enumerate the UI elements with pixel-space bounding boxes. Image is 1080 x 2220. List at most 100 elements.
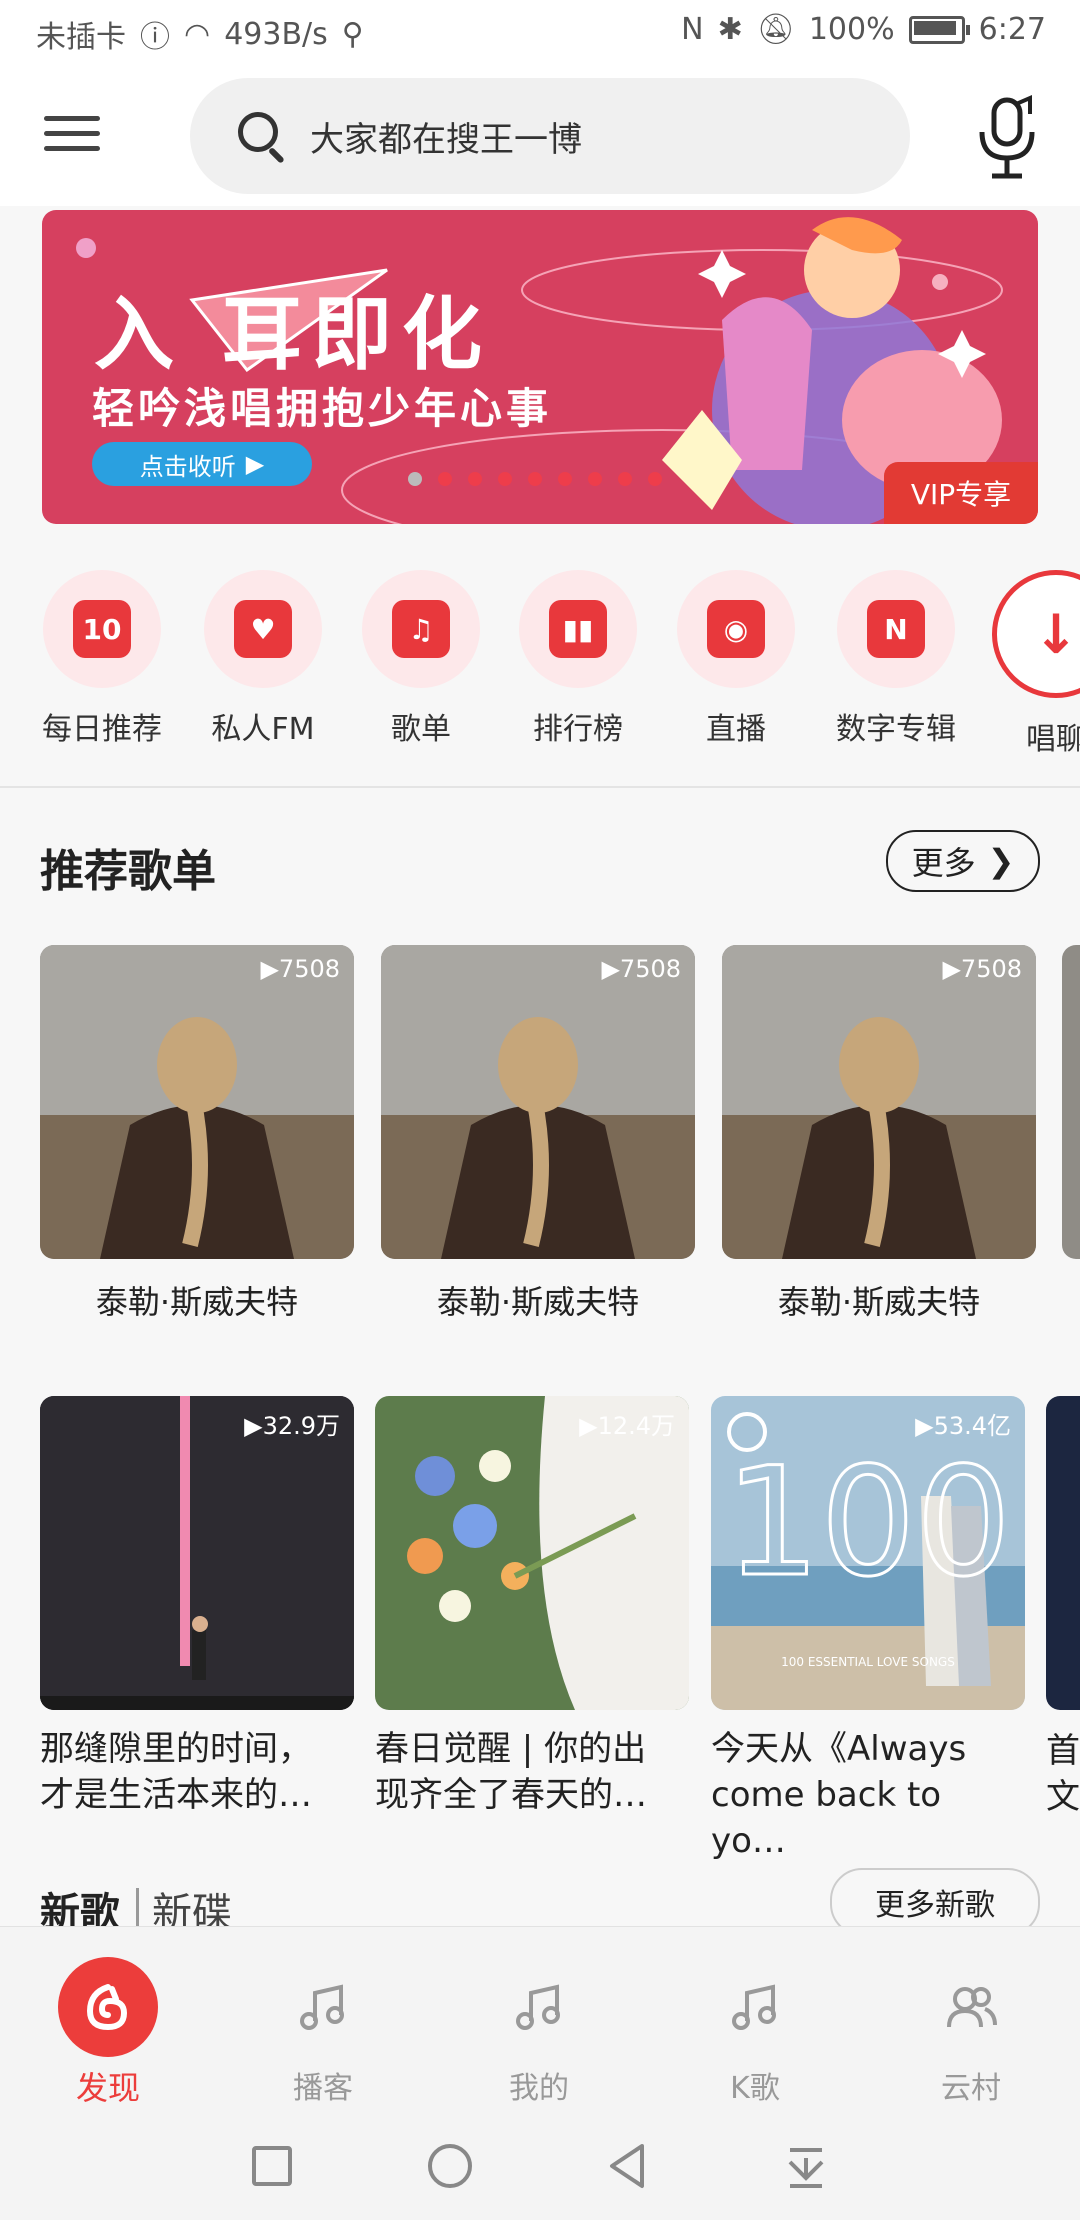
playlist-card[interactable]: ▶7508 泰勒·斯威夫特 xyxy=(40,945,354,1323)
entry-label: 唱聊 xyxy=(1026,722,1080,757)
radio-icon: ♥ xyxy=(234,600,292,658)
playlist-name: 泰勒·斯威夫特 xyxy=(777,1283,981,1321)
playlist-card[interactable]: ▶32.9万 那缝隙里的时间， 才是生活本来的… xyxy=(40,1396,354,1818)
playlist-cover: 100 100 ESSENTIAL LOVE SONGS ▶53.4亿 xyxy=(711,1396,1025,1710)
promo-banner[interactable]: 入 耳即化 轻吟浅唱拥抱少年心事 点击收听 ▶ VIP专享 xyxy=(42,210,1038,524)
page-dot xyxy=(438,472,452,486)
mute-icon: 🔕︎ xyxy=(756,12,795,47)
page-dot xyxy=(558,472,572,486)
playlist-cover-peek xyxy=(1046,1396,1080,1710)
search-input[interactable]: 大家都在搜王一博 xyxy=(190,78,910,194)
download-icon: ↓ xyxy=(1033,602,1079,666)
playlist-icon: ♫ xyxy=(392,600,450,658)
listen-button[interactable]: 点击收听 ▶ xyxy=(92,442,312,486)
play-count: ▶53.4亿 xyxy=(915,1412,1011,1440)
tab-label: 发现 xyxy=(75,2069,140,2107)
tab-podcast[interactable]: 播客 xyxy=(238,1957,408,2107)
status-bar: 未插卡 ⓘ ◠ 493B/s ⚲ N ✱ 🔕︎ 100% 6:27 xyxy=(0,0,1080,66)
page-dot xyxy=(528,472,542,486)
users-icon xyxy=(921,1957,1021,2057)
usb-icon: ⚲ xyxy=(341,16,364,52)
live-icon: ◉ xyxy=(707,600,765,658)
entry-label: 数字专辑 xyxy=(836,712,956,747)
bluetooth-icon: ✱ xyxy=(717,12,743,47)
playlist-cover: ▶7508 xyxy=(40,945,354,1259)
battery-icon xyxy=(908,15,970,44)
page-dot xyxy=(648,472,662,486)
listen-button-label: 点击收听 xyxy=(139,452,236,481)
tab-mine[interactable]: 我的 xyxy=(454,1957,624,2107)
separator xyxy=(136,1888,139,1926)
entry-label: 私人FM xyxy=(211,712,315,747)
back-icon[interactable] xyxy=(598,2136,658,2196)
live-entry[interactable]: ◉ 直播 xyxy=(656,570,816,748)
quick-entry-row: 10 每日推荐 ♥ 私人FM ♫ 歌单 ▮▮ 排行榜 ◉ 直播 N 数字专辑 ↓… xyxy=(0,570,1080,757)
network-speed: 493B/s xyxy=(224,16,328,52)
home-icon[interactable] xyxy=(420,2136,480,2196)
signal-icon: ⓘ xyxy=(140,20,170,55)
search-icon xyxy=(234,108,290,164)
banner-subtitle: 轻吟浅唱拥抱少年心事 xyxy=(92,384,553,433)
page-dot xyxy=(498,472,512,486)
battery-percent: 100% xyxy=(808,12,895,47)
playlist-description: 今天从《Always come back to yo… xyxy=(711,1729,967,1861)
entry-label: 歌单 xyxy=(391,712,451,747)
page-dot xyxy=(408,472,422,486)
playlist-description: 那缝隙里的时间， 才是生活本来的… xyxy=(40,1729,312,1815)
play-icon: ▶ xyxy=(245,450,265,478)
tab-community[interactable]: 云村 xyxy=(886,1957,1056,2107)
playlist-entry[interactable]: ♫ 歌单 xyxy=(341,570,501,748)
play-count: ▶7508 xyxy=(260,955,340,983)
playlist-cover: ▶12.4万 xyxy=(375,1396,689,1710)
cover-title: 100 xyxy=(725,1436,1011,1610)
bottom-tab-bar: 发现 播客 我的 K歌 云村 xyxy=(0,1926,1080,2117)
system-nav-bar xyxy=(0,2116,1080,2220)
entry-label: 直播 xyxy=(706,712,766,747)
tab-discover[interactable]: 发现 xyxy=(23,1957,193,2109)
tab-karaoke[interactable]: K歌 xyxy=(670,1957,840,2107)
notification-shade-icon[interactable] xyxy=(776,2136,836,2196)
playlist-name: 泰勒·斯威夫特 xyxy=(436,1283,640,1321)
playlist-card[interactable]: 100 100 ESSENTIAL LOVE SONGS ▶53.4亿 今天从《… xyxy=(711,1396,1025,1864)
playlist-description-peek: 首 文 xyxy=(1046,1731,1080,1817)
music-note-icon xyxy=(489,1957,589,2057)
playlist-cover: ▶32.9万 xyxy=(40,1396,354,1710)
clock: 6:27 xyxy=(978,12,1046,47)
divider xyxy=(0,786,1080,788)
vip-badge: VIP专享 xyxy=(884,462,1038,524)
digital-album-entry[interactable]: N 数字专辑 xyxy=(816,570,976,748)
tab-label: K歌 xyxy=(730,2071,780,2106)
banner-pagination xyxy=(408,472,662,486)
album-icon: N xyxy=(867,600,925,658)
hamburger-icon[interactable] xyxy=(44,116,100,156)
more-button[interactable]: 更多 ❯ xyxy=(886,830,1040,892)
chevron-right-icon: ❯ xyxy=(987,842,1015,880)
sing-chat-entry[interactable]: ↓ 唱聊 xyxy=(976,570,1080,758)
recents-icon[interactable] xyxy=(242,2136,302,2196)
play-count: ▶12.4万 xyxy=(579,1412,675,1440)
playlist-description: 春日觉醒 | 你的出 现齐全了春天的… xyxy=(375,1729,647,1815)
page-dot xyxy=(618,472,632,486)
charts-entry[interactable]: ▮▮ 排行榜 xyxy=(498,570,658,748)
playlist-cover: ▶7508 xyxy=(381,945,695,1259)
chart-icon: ▮▮ xyxy=(549,600,607,658)
page-dot xyxy=(468,472,482,486)
tab-label: 播客 xyxy=(293,2071,353,2106)
playlist-card[interactable]: ▶7508 泰勒·斯威夫特 xyxy=(381,945,695,1323)
play-count: ▶7508 xyxy=(942,955,1022,983)
nfc-icon: N xyxy=(681,12,704,47)
playlist-name: 泰勒·斯威夫特 xyxy=(95,1283,299,1321)
play-count: ▶7508 xyxy=(601,955,681,983)
playlist-card[interactable]: ▶7508 泰勒·斯威夫特 xyxy=(722,945,1036,1323)
calendar-icon: 10 xyxy=(73,600,131,658)
search-placeholder: 大家都在搜王一博 xyxy=(310,119,582,160)
daily-recommend-entry[interactable]: 10 每日推荐 xyxy=(22,570,182,748)
top-header: 大家都在搜王一博 xyxy=(0,66,1080,206)
playlist-card[interactable]: ▶12.4万 春日觉醒 | 你的出 现齐全了春天的… xyxy=(375,1396,689,1818)
microphone-icon[interactable] xyxy=(974,94,1044,184)
netease-logo-icon xyxy=(58,1957,158,2057)
music-note-icon xyxy=(705,1957,805,2057)
carrier-text: 未插卡 xyxy=(36,20,126,55)
tab-label: 云村 xyxy=(941,2071,1001,2106)
private-fm-entry[interactable]: ♥ 私人FM xyxy=(183,570,343,748)
